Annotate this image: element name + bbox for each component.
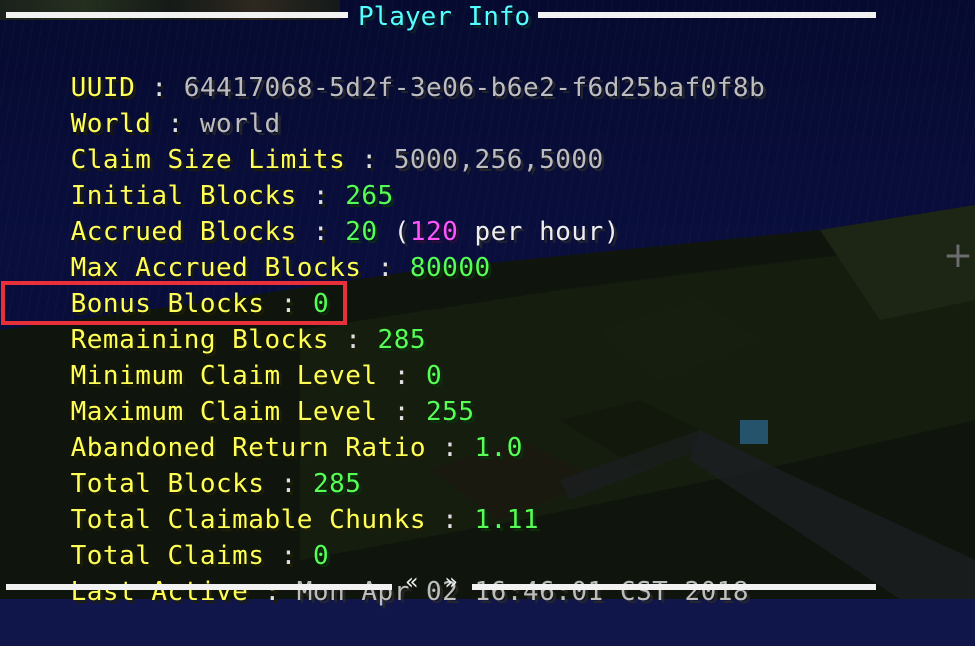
- chat-header: Player Info: [0, 0, 975, 34]
- footer-rule-left: [6, 584, 392, 590]
- next-page-button[interactable]: »: [444, 570, 457, 595]
- info-row-initial-blocks: Initial Blocks : 265: [6, 142, 394, 211]
- info-row-world: World : world: [6, 70, 281, 139]
- previous-page-button[interactable]: «: [405, 570, 418, 595]
- info-row-maximum-claim-level: Maximum Claim Level : 255: [6, 358, 474, 427]
- info-row-last-active: Last Active : Mon Apr 02 16:46:01 CST 20…: [6, 538, 749, 607]
- info-row-accrued-blocks: Accrued Blocks : 20 (120 per hour): [6, 178, 620, 247]
- chat-panel: Player Info UUID : 64417068-5d2f-3e06-b6…: [0, 0, 975, 607]
- footer-rule-right: [472, 584, 876, 590]
- info-row-minimum-claim-level: Minimum Claim Level : 0: [6, 322, 442, 391]
- info-row-total-claimable-chunks: Total Claimable Chunks : 1.11: [6, 466, 539, 535]
- row-separator: :: [426, 433, 475, 463]
- page-title: Player Info: [358, 2, 531, 32]
- chat-footer: « »: [0, 570, 975, 599]
- header-rule-right: [538, 12, 876, 18]
- row-separator: :: [361, 253, 410, 283]
- row-value: 5000,256,5000: [393, 145, 604, 175]
- remaining-blocks-highlight-box: [1, 281, 347, 325]
- info-row-total-claims: Total Claims : 0: [6, 502, 329, 571]
- row-value: 1.0: [474, 433, 523, 463]
- pagination: « »: [405, 570, 458, 595]
- info-row-abandoned-return-ratio: Abandoned Return Ratio : 1.0: [6, 394, 523, 463]
- info-row-total-blocks: Total Blocks : 285: [6, 430, 361, 499]
- info-row-uuid: UUID : 64417068-5d2f-3e06-b6e2-f6d25baf0…: [6, 34, 765, 103]
- row-value: 80000: [409, 253, 491, 283]
- info-row-max-accrued-blocks: Max Accrued Blocks : 80000: [6, 214, 491, 283]
- row-separator: :: [426, 505, 475, 535]
- header-rule-left: [6, 12, 348, 18]
- row-value: 1.11: [474, 505, 540, 535]
- info-row-claim-size-limits: Claim Size Limits : 5000,256,5000: [6, 106, 604, 175]
